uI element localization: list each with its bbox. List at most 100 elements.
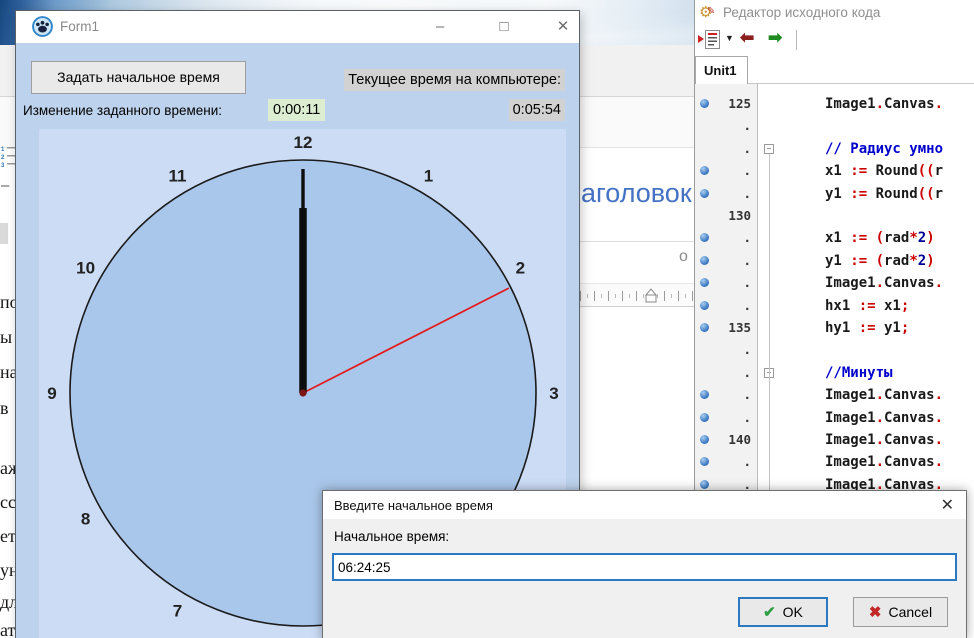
gutter-line-label: . <box>695 160 758 182</box>
code-line: x1 := (rad*2) <box>825 227 935 249</box>
cancel-label: Cancel <box>888 604 932 620</box>
document-text-fragment: ат <box>0 620 15 638</box>
elapsed-time-label: Изменение заданного времени: <box>23 103 222 118</box>
ok-button[interactable]: ✔ OK <box>738 597 828 627</box>
fold-range-line <box>769 154 770 496</box>
current-time-label: Текущее время на компьютере: <box>344 69 565 91</box>
document-heading-fragment: аголовок <box>581 178 692 209</box>
code-line: hy1 := y1; <box>825 317 909 339</box>
code-line: Image1.Canvas. <box>825 272 943 294</box>
code-line: y1 := (rad*2) <box>825 250 935 272</box>
set-start-time-button[interactable]: Задать начальное время <box>31 61 246 94</box>
svg-text:10: 10 <box>76 259 95 278</box>
gutter-line-label: . <box>695 451 758 473</box>
gutter-line-label: . <box>695 339 758 361</box>
svg-text:7: 7 <box>173 601 182 620</box>
svg-text:11: 11 <box>169 167 187 186</box>
code-line: y1 := Round((r <box>825 183 943 205</box>
code-line: // Радиус умно <box>825 138 943 160</box>
close-button[interactable]: ✕ <box>552 17 574 37</box>
document-text-fragment: ы <box>0 327 12 348</box>
toolbar-fragment <box>0 223 8 244</box>
debug-line-marker-icon <box>700 323 709 332</box>
code-line: Image1.Canvas. <box>825 429 943 451</box>
debug-line-marker-icon <box>700 99 709 108</box>
debug-line-marker-icon <box>700 166 709 175</box>
debug-line-marker-icon <box>700 480 709 489</box>
code-line: Image1.Canvas. <box>825 407 943 429</box>
divider <box>578 241 694 242</box>
document-text-fragment: в <box>0 398 9 419</box>
form1-titlebar[interactable]: Form1 – □ ✕ <box>16 11 579 43</box>
ruler-ticks <box>580 291 696 301</box>
start-time-input[interactable] <box>332 553 957 581</box>
code-line: x1 := Round((r <box>825 160 943 182</box>
maximize-button[interactable]: □ <box>493 17 515 37</box>
code-line: Image1.Canvas. <box>825 93 943 115</box>
gutter-line-label: . <box>695 295 758 317</box>
indent-marker-icon[interactable] <box>642 286 660 311</box>
debug-line-marker-icon <box>700 278 709 287</box>
editor-titlebar[interactable]: ⚙ ✎ Редактор исходного кода <box>695 0 974 26</box>
input-dialog: Введите начальное время ✕ Начальное врем… <box>322 490 967 638</box>
svg-text:3: 3 <box>1 163 5 169</box>
minimize-button[interactable]: – <box>429 17 451 37</box>
gutter-line-label: . <box>695 384 758 406</box>
document-partial-char: о <box>679 248 688 266</box>
code-line: Image1.Canvas. <box>825 451 943 473</box>
ok-label: OK <box>783 604 803 620</box>
numbered-list-icon: 1 2 3 <box>1 145 15 174</box>
tab-unit1[interactable]: Unit1 <box>695 56 748 84</box>
editor-pencil-icon: ✎ <box>707 6 715 17</box>
toolbar-dash-icon: – <box>1 177 9 194</box>
debug-line-marker-icon <box>700 457 709 466</box>
dialog-close-icon[interactable]: ✕ <box>941 495 954 515</box>
svg-text:3: 3 <box>549 384 558 403</box>
gutter-line-label: . <box>695 115 758 137</box>
editor-toolbar: ▼ ⬅ ➡ <box>695 26 974 54</box>
editor-title: Редактор исходного кода <box>723 5 880 20</box>
svg-text:8: 8 <box>81 510 90 529</box>
debug-line-marker-icon <box>700 390 709 399</box>
code-line: //Минуты <box>825 362 892 384</box>
gutter-line-label: . <box>695 138 758 160</box>
cancel-button[interactable]: ✖ Cancel <box>853 597 948 627</box>
code-line: Image1.Canvas. <box>825 384 943 406</box>
screen: 1 2 3 – аголовок о поынаважссетундлат ⚙ … <box>0 0 974 638</box>
gutter-line-label: . <box>695 272 758 294</box>
gutter-line-label: 135 <box>695 317 758 339</box>
clock-center-dot <box>299 389 306 396</box>
gutter-line-label: 140 <box>695 429 758 451</box>
editor-tab-bar: Unit1 <box>695 54 974 84</box>
svg-text:12: 12 <box>294 133 313 152</box>
gutter-line-label: . <box>695 250 758 272</box>
code-explorer-icon[interactable] <box>705 30 720 54</box>
debug-line-marker-icon <box>700 233 709 242</box>
dialog-title: Введите начальное время <box>334 498 493 513</box>
gutter-line-label: . <box>695 407 758 429</box>
navigate-forward-icon[interactable]: ➡ <box>768 28 782 48</box>
navigate-back-icon[interactable]: ⬅ <box>740 28 754 48</box>
toolbar-separator <box>796 30 797 50</box>
jump-marker-icon[interactable] <box>698 35 704 43</box>
svg-text:1: 1 <box>1 147 5 153</box>
debug-line-marker-icon <box>700 256 709 265</box>
gutter-line-label: . <box>695 183 758 205</box>
document-text-fragment: сс <box>0 492 16 513</box>
debug-line-marker-icon <box>700 435 709 444</box>
window-title: Form1 <box>60 19 99 34</box>
svg-text:2: 2 <box>1 155 5 161</box>
gutter-line-label: 125 <box>695 93 758 115</box>
app-paw-icon <box>32 16 53 37</box>
chevron-down-icon[interactable]: ▼ <box>725 33 734 43</box>
current-time-value: 0:05:54 <box>509 99 565 121</box>
debug-line-marker-icon <box>700 413 709 422</box>
document-text-fragment: ет <box>0 526 16 547</box>
fold-toggle-icon[interactable] <box>764 144 774 154</box>
debug-line-marker-icon <box>700 189 709 198</box>
svg-text:9: 9 <box>47 384 56 403</box>
check-icon: ✔ <box>763 603 776 621</box>
dialog-titlebar[interactable]: Введите начальное время ✕ <box>323 491 966 519</box>
code-line: hx1 := x1; <box>825 295 909 317</box>
svg-text:2: 2 <box>516 259 525 278</box>
